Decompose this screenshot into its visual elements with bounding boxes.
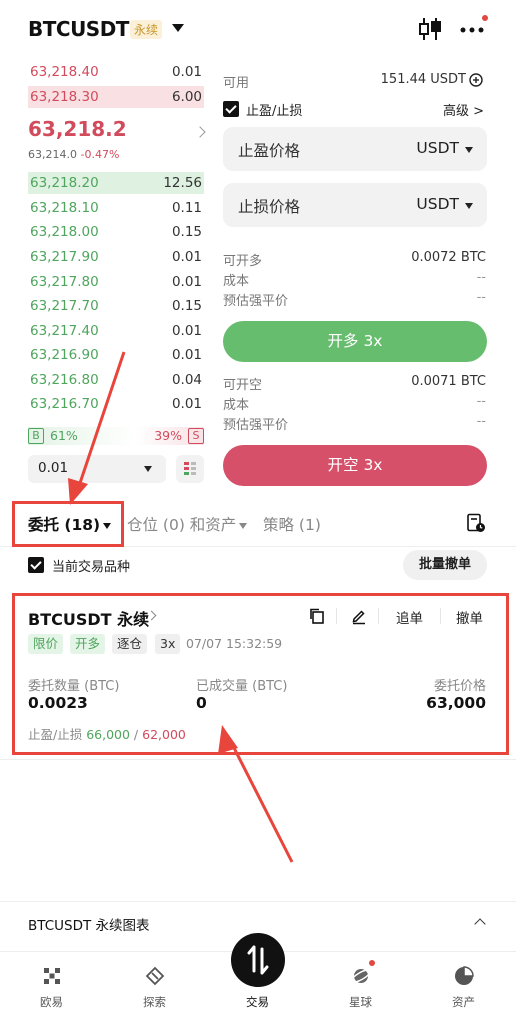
nav-label: 资产: [452, 995, 475, 1009]
notification-dot: [369, 960, 375, 966]
chevron-up-icon[interactable]: [474, 918, 486, 930]
nav-item-assets[interactable]: 资产: [412, 952, 515, 1023]
nav-item-explore[interactable]: 探索: [103, 952, 206, 1023]
annotation-arrow-line: [75, 351, 126, 493]
nav-label: 探索: [143, 995, 166, 1009]
okx-logo-icon: [44, 968, 60, 984]
planet-icon: [350, 968, 372, 984]
annotation-arrows: [68, 351, 294, 863]
trade-fab-button[interactable]: [231, 933, 285, 987]
nav-label: 星球: [349, 995, 372, 1009]
trade-arrows-icon: [247, 945, 269, 975]
annotation-arrow-line: [228, 739, 294, 863]
nav-item-okx[interactable]: 欧易: [0, 952, 103, 1023]
chart-bar-title: BTCUSDT 永续图表: [28, 918, 150, 934]
nav-item-planet[interactable]: 星球: [309, 952, 412, 1023]
nav-label: 欧易: [40, 995, 63, 1009]
annotation-arrowhead: [68, 478, 88, 505]
nav-label: 交易: [246, 995, 269, 1009]
compass-icon: [145, 966, 165, 986]
pie-chart-icon: [455, 966, 474, 985]
